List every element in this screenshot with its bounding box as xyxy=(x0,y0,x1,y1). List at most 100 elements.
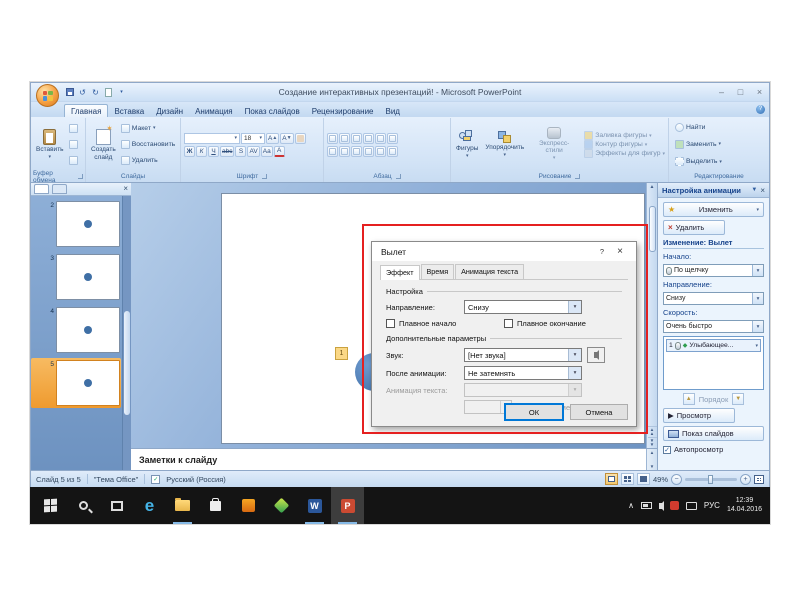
start-combo[interactable]: По щелчку ▾ xyxy=(663,264,764,277)
store-button[interactable] xyxy=(199,487,232,524)
powerpoint-taskbar-button[interactable]: P xyxy=(331,487,364,524)
text-direction-button[interactable] xyxy=(387,133,398,144)
new-document-button[interactable] xyxy=(103,87,114,98)
play-preview-button[interactable]: ▶ Просмотр xyxy=(663,408,735,423)
paste-button[interactable]: Вставить ▾ xyxy=(34,120,66,169)
move-down-button[interactable]: ▼ xyxy=(732,393,744,405)
tab-animation[interactable]: Анимация xyxy=(189,105,239,117)
zoom-out-button[interactable]: − xyxy=(671,474,682,485)
dialog-launcher-icon[interactable] xyxy=(575,174,580,179)
numbering-button[interactable] xyxy=(339,133,350,144)
tab-home[interactable]: Главная xyxy=(64,104,108,117)
smartart-convert-button[interactable] xyxy=(387,146,398,157)
tray-app-icon[interactable] xyxy=(670,501,679,510)
decrease-indent-button[interactable] xyxy=(351,133,362,144)
sound-combo[interactable]: [Нет звука] ▾ xyxy=(464,348,582,362)
dialog-tab-timing[interactable]: Время xyxy=(421,264,455,279)
scrollbar-thumb[interactable] xyxy=(124,311,130,415)
justify-button[interactable] xyxy=(363,146,374,157)
tab-slideshow[interactable]: Показ слайдов xyxy=(239,105,306,117)
clear-formatting-button[interactable] xyxy=(295,133,306,144)
tab-design[interactable]: Дизайн xyxy=(150,105,189,117)
zoom-slider-thumb[interactable] xyxy=(708,475,713,484)
file-explorer-button[interactable] xyxy=(166,487,199,524)
arrange-button[interactable]: Упорядочить▾ xyxy=(483,131,526,159)
animation-list-item[interactable]: 1 ◆ Улыбающее... ▾ xyxy=(666,339,761,352)
start-button[interactable] xyxy=(34,487,67,524)
bullets-button[interactable] xyxy=(327,133,338,144)
dialog-launcher-icon[interactable] xyxy=(396,174,401,179)
spellcheck-icon[interactable]: ✓ xyxy=(151,475,160,484)
save-button[interactable] xyxy=(64,87,75,98)
normal-view-button[interactable] xyxy=(605,473,618,485)
slide-thumbnail-4[interactable]: 4 xyxy=(32,307,120,353)
new-slide-button[interactable]: Создать слайд xyxy=(89,120,118,169)
shape-effects-button[interactable]: Эффекты для фигур▾ xyxy=(584,149,665,158)
find-button[interactable]: Найти xyxy=(675,123,766,132)
dialog-launcher-icon[interactable] xyxy=(262,174,267,179)
zoom-in-button[interactable]: + xyxy=(740,474,751,485)
grow-font-button[interactable]: А▲ xyxy=(266,133,279,144)
direction-combo[interactable]: Снизу ▾ xyxy=(663,292,764,305)
smooth-start-checkbox[interactable]: Плавное начало xyxy=(386,319,504,328)
shrink-font-button[interactable]: А▼ xyxy=(280,133,293,144)
smooth-end-checkbox[interactable]: Плавное окончание xyxy=(504,319,586,328)
quick-styles-button[interactable]: Экспресс-стили▾ xyxy=(529,127,579,162)
align-right-button[interactable] xyxy=(351,146,362,157)
tab-view[interactable]: Вид xyxy=(380,105,406,117)
previous-slide-button[interactable]: ▲▲ xyxy=(648,426,657,437)
close-panel-icon[interactable]: × xyxy=(123,184,128,194)
battery-icon[interactable] xyxy=(641,502,652,509)
character-spacing-button[interactable]: AV xyxy=(247,146,259,157)
speed-combo[interactable]: Очень быстро ▾ xyxy=(663,320,764,333)
animation-list[interactable]: 1 ◆ Улыбающее... ▾ xyxy=(663,336,764,390)
scrollbar-thumb[interactable] xyxy=(649,206,656,252)
line-spacing-button[interactable] xyxy=(375,133,386,144)
move-up-button[interactable]: ▲ xyxy=(683,393,695,405)
copy-icon[interactable] xyxy=(69,140,78,149)
format-painter-icon[interactable] xyxy=(69,156,78,165)
scroll-up-icon[interactable]: ▲ xyxy=(650,183,655,192)
slide-thumbnail-3[interactable]: 3 xyxy=(32,254,120,300)
dialog-close-icon[interactable]: × xyxy=(613,246,627,257)
dialog-launcher-icon[interactable] xyxy=(78,174,83,179)
dialog-tab-effect[interactable]: Эффект xyxy=(380,265,420,280)
slide-show-button[interactable]: Показ слайдов xyxy=(663,426,764,441)
layout-button[interactable]: Макет▾ xyxy=(121,124,177,133)
bold-button[interactable]: Ж xyxy=(184,146,195,157)
text-shadow-button[interactable]: S xyxy=(235,146,246,157)
office-button[interactable] xyxy=(36,84,59,107)
slide-thumbnail-5-selected[interactable]: 5 xyxy=(31,358,121,408)
taskbar-search-button[interactable] xyxy=(67,487,100,524)
italic-button[interactable]: К xyxy=(196,146,207,157)
outline-view-tab[interactable] xyxy=(52,184,67,194)
delete-slide-button[interactable]: Удалить xyxy=(121,156,177,165)
keyboard-language-indicator[interactable]: РУС xyxy=(704,501,720,510)
cut-icon[interactable] xyxy=(69,124,78,133)
align-center-button[interactable] xyxy=(339,146,350,157)
pinned-app-button-2[interactable] xyxy=(265,487,298,524)
shapes-button[interactable]: Фигуры▾ xyxy=(454,130,480,160)
notes-scrollbar[interactable]: ▲▼ xyxy=(646,449,657,470)
font-family-combo[interactable]: ▾ xyxy=(184,133,240,144)
minimize-button[interactable]: – xyxy=(712,86,731,99)
reset-slide-button[interactable]: Восстановить xyxy=(121,140,177,149)
dialog-tab-text-animation[interactable]: Анимация текста xyxy=(455,264,524,279)
align-left-button[interactable] xyxy=(327,146,338,157)
autopreview-checkbox[interactable]: ✓ Автопросмотр xyxy=(663,445,764,454)
tab-review[interactable]: Рецензирование xyxy=(306,105,380,117)
direction-combo[interactable]: Снизу ▾ xyxy=(464,300,582,314)
close-button[interactable]: × xyxy=(750,86,769,99)
task-view-button[interactable] xyxy=(100,487,133,524)
slideshow-view-button[interactable] xyxy=(637,473,650,485)
change-animation-button[interactable]: ★ Изменить ▾ xyxy=(663,202,764,217)
fit-to-window-icon[interactable] xyxy=(754,475,764,484)
replace-button[interactable]: Заменить▾ xyxy=(675,140,766,149)
change-case-button[interactable]: Аа xyxy=(261,146,273,157)
maximize-button[interactable]: □ xyxy=(731,86,750,99)
next-slide-button[interactable]: ▼▼ xyxy=(648,437,657,448)
underline-button[interactable]: Ч xyxy=(208,146,219,157)
slides-view-tab[interactable] xyxy=(34,184,49,194)
increase-indent-button[interactable] xyxy=(363,133,374,144)
canvas-scrollbar[interactable]: ▲ ▲▲ ▼▼ xyxy=(646,183,657,448)
